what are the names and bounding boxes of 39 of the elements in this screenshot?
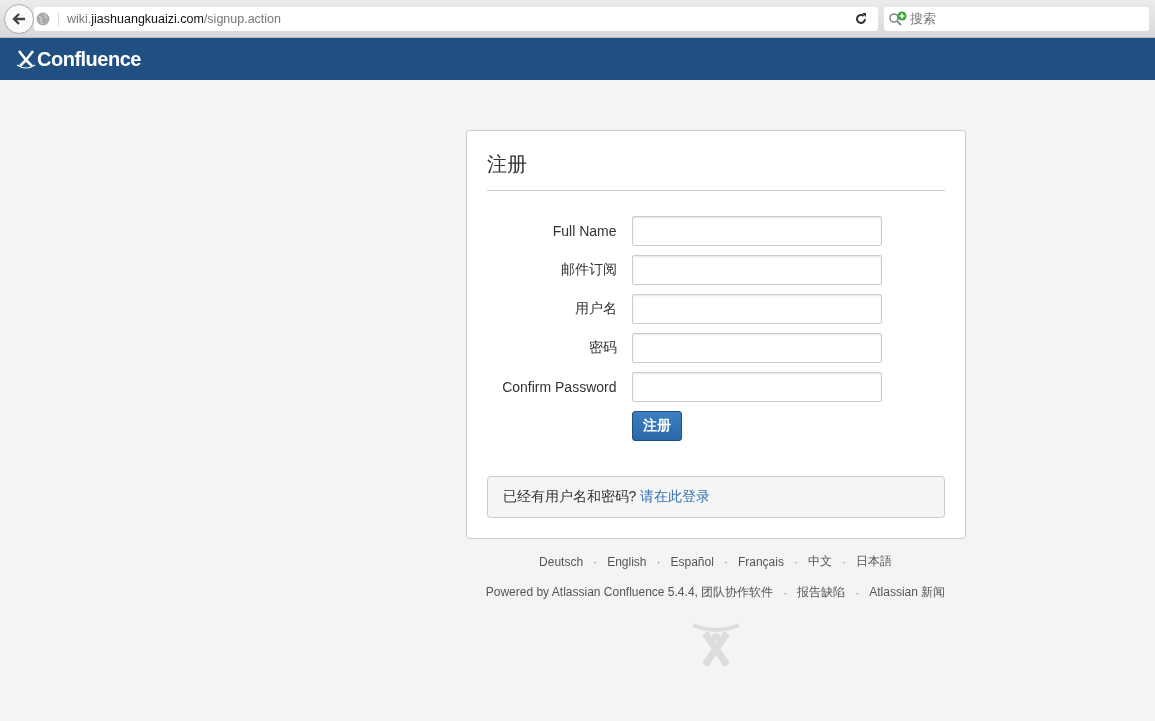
field-label: 密码 xyxy=(587,339,617,357)
separator-dot: · xyxy=(723,554,728,569)
footer-link[interactable]: 报告缺陷 xyxy=(797,584,846,601)
separator-dot: · xyxy=(793,554,798,569)
footer-link[interactable]: Atlassian 新闻 xyxy=(869,584,946,601)
language-link[interactable]: 日本語 xyxy=(855,553,892,570)
language-link[interactable]: English xyxy=(607,554,647,569)
field-label: Confirm Password xyxy=(501,379,617,395)
confluence-logo[interactable]: Confluence xyxy=(16,47,141,71)
back-button[interactable] xyxy=(4,3,34,34)
language-link[interactable]: Español xyxy=(670,554,714,569)
input-field[interactable] xyxy=(631,372,882,402)
separator-dot: · xyxy=(783,585,788,600)
input-field[interactable] xyxy=(631,333,882,363)
url-text: wiki.jiashuangkuaizi.com/signup.action xyxy=(58,11,846,26)
language-link[interactable]: 中文 xyxy=(807,553,832,570)
input-field[interactable] xyxy=(631,216,882,246)
input-field[interactable] xyxy=(631,255,882,285)
reload-icon[interactable] xyxy=(854,11,868,26)
separator-dot: · xyxy=(656,554,661,569)
separator-dot: · xyxy=(841,554,846,569)
input-field[interactable] xyxy=(631,294,882,324)
search-icon xyxy=(888,10,908,27)
field-label: 用户名 xyxy=(573,300,617,318)
search-field[interactable]: 搜索 xyxy=(884,6,1149,31)
language-link[interactable]: Deutsch xyxy=(539,554,584,569)
submit-button[interactable]: 注册 xyxy=(631,411,682,441)
field-label: 邮件订阅 xyxy=(559,261,617,279)
back-arrow-icon xyxy=(11,10,27,27)
separator-dot: · xyxy=(593,554,598,569)
globe-icon xyxy=(36,11,50,26)
form-title: 注册 xyxy=(486,151,945,191)
login-prompt: 已经有用户名和密码? xyxy=(502,488,637,504)
address-bar[interactable]: wiki.jiashuangkuaizi.com/signup.action xyxy=(34,6,878,31)
language-link[interactable]: Français xyxy=(737,554,784,569)
footer-link[interactable]: Powered by Atlassian Confluence 5.4.4, 团队协作软件 xyxy=(485,584,774,601)
separator-dot: · xyxy=(855,585,860,600)
field-label: Full Name xyxy=(551,223,617,239)
login-link[interactable]: 请在此登录 xyxy=(640,488,711,504)
